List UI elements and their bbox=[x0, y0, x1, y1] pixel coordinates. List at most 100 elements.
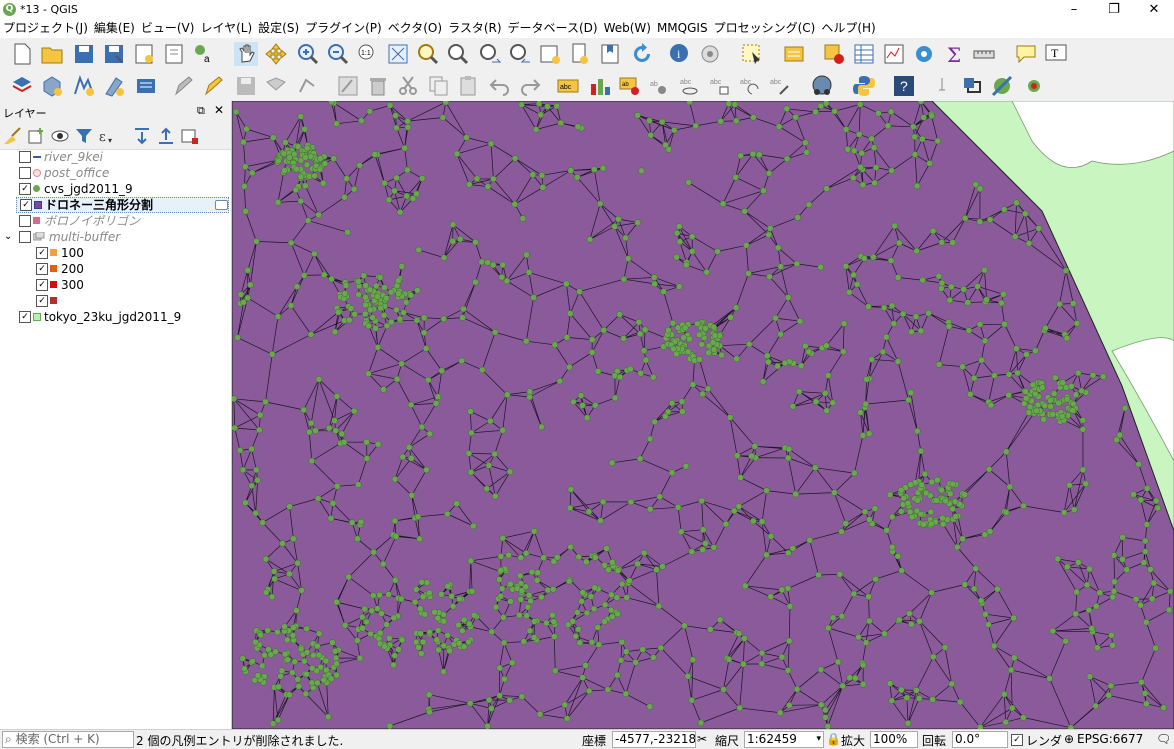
zoom-full-icon[interactable] bbox=[386, 42, 410, 66]
layer-row-cvs[interactable]: ✓ cvs_jgd2011_9 bbox=[0, 181, 231, 197]
menu-raster[interactable]: ラスタ(R) bbox=[445, 20, 504, 37]
select-by-value-icon[interactable] bbox=[782, 42, 806, 66]
layer-group-multi-buffer[interactable]: ⌄ multi-buffer bbox=[0, 229, 231, 245]
minimize-button[interactable]: – bbox=[1054, 0, 1094, 20]
map-tips-icon[interactable] bbox=[1014, 42, 1038, 66]
class-checkbox[interactable]: ✓ bbox=[36, 295, 48, 307]
messages-icon[interactable]: 🗨 bbox=[1156, 732, 1171, 746]
render-checkbox[interactable]: ✓ bbox=[1011, 734, 1023, 746]
layer-row-voronoi[interactable]: ボロノイポリゴン bbox=[0, 213, 231, 229]
layer-checkbox[interactable] bbox=[19, 167, 31, 179]
copy-features-icon[interactable] bbox=[426, 74, 450, 98]
editing-indicator-icon[interactable] bbox=[215, 200, 228, 210]
show-hide-labels-icon[interactable]: ab bbox=[648, 74, 672, 98]
class-checkbox[interactable]: ✓ bbox=[36, 247, 48, 259]
save-layer-edits-icon[interactable] bbox=[234, 74, 258, 98]
new-geopackage-layer-icon[interactable] bbox=[40, 74, 64, 98]
open-layer-styling-icon[interactable] bbox=[2, 126, 22, 146]
zoom-to-selection-icon[interactable] bbox=[416, 42, 440, 66]
buffer-class-200[interactable]: ✓ 200 bbox=[0, 261, 231, 277]
filter-by-expression-icon[interactable]: ε ▾ bbox=[98, 126, 122, 146]
buffer-class-other[interactable]: ✓ bbox=[0, 293, 231, 309]
menu-settings[interactable]: 設定(S) bbox=[255, 20, 302, 37]
menu-mmqgis[interactable]: MMQGIS bbox=[654, 20, 711, 37]
class-checkbox[interactable]: ✓ bbox=[36, 263, 48, 275]
label-tool-icon[interactable]: abc bbox=[556, 74, 580, 98]
data-source-manager-icon[interactable] bbox=[10, 74, 34, 98]
layout-manager-icon[interactable] bbox=[162, 42, 186, 66]
menu-database[interactable]: データベース(D) bbox=[505, 20, 601, 37]
python-console-icon[interactable] bbox=[852, 74, 876, 98]
undo-icon[interactable] bbox=[488, 74, 512, 98]
float-panel-icon[interactable]: ⧉ bbox=[197, 104, 205, 118]
processing-toolbox-icon[interactable] bbox=[912, 42, 936, 66]
menu-web[interactable]: Web(W) bbox=[601, 20, 654, 37]
delaunay-map[interactable] bbox=[232, 101, 1174, 729]
pin-icon[interactable] bbox=[930, 74, 954, 98]
identify-features-icon[interactable]: i bbox=[668, 42, 692, 66]
buffer-class-300[interactable]: ✓ 300 bbox=[0, 277, 231, 293]
close-panel-icon[interactable]: ✕ bbox=[214, 103, 224, 117]
move-label-icon[interactable]: abc bbox=[708, 74, 732, 98]
open-project-icon[interactable] bbox=[40, 42, 64, 66]
toggle-editing-icon[interactable] bbox=[202, 74, 226, 98]
action-icon[interactable] bbox=[698, 42, 722, 66]
attribute-table-icon[interactable] bbox=[852, 42, 876, 66]
new-project-icon[interactable] bbox=[10, 42, 34, 66]
georeferencer-icon[interactable] bbox=[990, 74, 1014, 98]
add-feature-icon[interactable] bbox=[264, 74, 288, 98]
save-project-icon[interactable] bbox=[72, 42, 96, 66]
pin-labels-icon[interactable]: ab bbox=[618, 74, 642, 98]
statistics-sum-icon[interactable]: Σ bbox=[944, 42, 968, 66]
filter-legend-icon[interactable] bbox=[74, 126, 94, 146]
class-checkbox[interactable]: ✓ bbox=[36, 279, 48, 291]
plugin-tool-icon[interactable] bbox=[960, 74, 984, 98]
pan-map-icon[interactable] bbox=[234, 42, 258, 66]
record-icon[interactable] bbox=[1022, 74, 1046, 98]
zoom-in-icon[interactable] bbox=[296, 42, 320, 66]
layer-checkbox[interactable]: ✓ bbox=[20, 199, 32, 211]
menu-vector[interactable]: ベクタ(O) bbox=[385, 20, 445, 37]
layer-checkbox[interactable] bbox=[19, 231, 31, 243]
layer-row-delaunay[interactable]: ✓ ドロネー三角形分割 bbox=[16, 197, 229, 213]
add-group-icon[interactable] bbox=[26, 126, 46, 146]
deselect-all-icon[interactable] bbox=[822, 42, 846, 66]
style-manager-icon[interactable]: a bbox=[192, 42, 216, 66]
menu-help[interactable]: ヘルプ(H) bbox=[818, 20, 878, 37]
menu-layer[interactable]: レイヤ(L) bbox=[197, 20, 255, 37]
redo-icon[interactable] bbox=[518, 74, 542, 98]
menu-plugins[interactable]: プラグイン(P) bbox=[302, 20, 385, 37]
manage-visibility-icon[interactable] bbox=[50, 126, 70, 146]
expand-all-icon[interactable] bbox=[132, 126, 152, 146]
new-virtual-layer-icon[interactable] bbox=[134, 74, 158, 98]
vertex-tool-icon[interactable] bbox=[296, 74, 320, 98]
zoom-native-icon[interactable]: 1:1 bbox=[356, 42, 380, 66]
remove-layer-icon[interactable] bbox=[180, 126, 200, 146]
new-3d-map-icon[interactable] bbox=[568, 42, 592, 66]
paste-features-icon[interactable] bbox=[456, 74, 480, 98]
diagram-tool-icon[interactable] bbox=[588, 74, 612, 98]
label-visibility-icon[interactable]: abc bbox=[678, 74, 702, 98]
lock-scale-icon[interactable]: 🔒 bbox=[826, 732, 841, 746]
close-window-button[interactable]: ✕ bbox=[1134, 0, 1174, 20]
cut-features-icon[interactable] bbox=[396, 74, 420, 98]
pan-to-selection-icon[interactable] bbox=[264, 42, 288, 66]
current-edits-icon[interactable] bbox=[172, 74, 196, 98]
change-label-icon[interactable]: abc bbox=[768, 74, 792, 98]
layer-checkbox[interactable]: ✓ bbox=[19, 183, 31, 195]
zoom-next-icon[interactable] bbox=[508, 42, 532, 66]
text-annotation-icon[interactable]: T bbox=[1044, 42, 1068, 66]
new-temporary-layer-icon[interactable] bbox=[102, 74, 126, 98]
help-icon[interactable]: ? bbox=[892, 74, 916, 98]
collapse-all-icon[interactable] bbox=[156, 126, 176, 146]
zoom-last-icon[interactable] bbox=[478, 42, 502, 66]
expand-chevron-icon[interactable]: ⌄ bbox=[4, 229, 12, 245]
scale-combo[interactable]: 1:62459 ▾ bbox=[744, 731, 824, 748]
menu-view[interactable]: ビュー(V) bbox=[138, 20, 198, 37]
modify-attributes-icon[interactable] bbox=[336, 74, 360, 98]
new-bookmark-icon[interactable] bbox=[598, 42, 622, 66]
new-shapefile-layer-icon[interactable] bbox=[72, 74, 96, 98]
layer-checkbox[interactable] bbox=[19, 151, 31, 163]
layer-checkbox[interactable] bbox=[19, 215, 31, 227]
refresh-icon[interactable] bbox=[630, 42, 654, 66]
